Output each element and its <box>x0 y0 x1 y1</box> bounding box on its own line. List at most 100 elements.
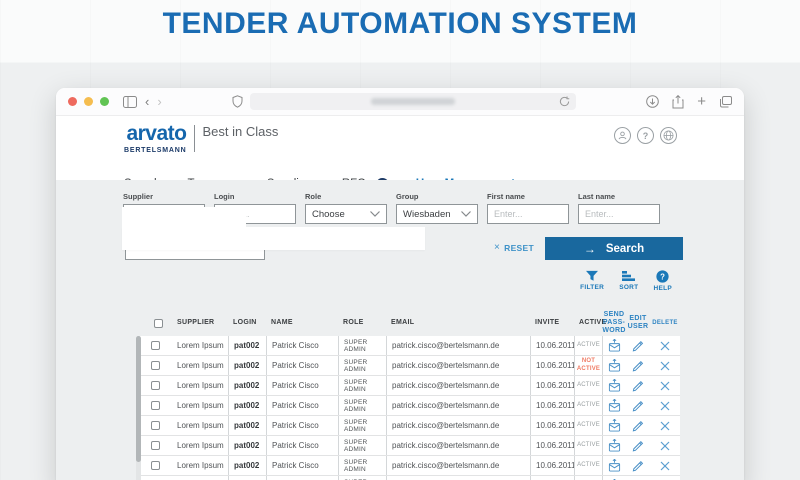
reload-icon[interactable] <box>559 96 570 107</box>
row-checkbox[interactable] <box>151 361 160 370</box>
cell-email: patrick.cisco@bertelsmann.de <box>386 456 530 475</box>
send-password-icon[interactable] <box>602 376 626 395</box>
funnel-icon <box>586 270 599 281</box>
search-button[interactable]: → Search <box>545 237 683 260</box>
address-bar[interactable] <box>249 93 576 110</box>
edit-user-icon[interactable] <box>626 416 650 435</box>
app-header: arvato BERTELSMANN Best in Class ? <box>56 116 744 177</box>
sidebar-toggle-icon[interactable] <box>123 95 137 108</box>
last-name-input[interactable] <box>578 204 660 224</box>
delete-icon[interactable] <box>650 476 680 480</box>
arrow-right-icon: → <box>583 241 596 256</box>
last-name-field: Last name <box>578 192 660 224</box>
delete-icon[interactable] <box>650 456 680 475</box>
col-login[interactable]: LOGIN <box>228 310 266 336</box>
cell-name: Patrick Cisco <box>266 336 338 355</box>
row-checkbox[interactable] <box>151 441 160 450</box>
maximize-window-button[interactable] <box>100 97 109 106</box>
send-password-icon[interactable] <box>602 396 626 415</box>
share-icon[interactable] <box>672 94 684 109</box>
edit-user-icon[interactable] <box>626 336 650 355</box>
autocomplete-dropdown-panel <box>122 227 425 250</box>
close-window-button[interactable] <box>68 97 77 106</box>
table-row: Lorem Ipsum pat002 Patrick Cisco SUPER A… <box>140 336 680 356</box>
status-badge: ACTIVE <box>574 336 602 355</box>
sort-button[interactable]: SORT <box>619 270 638 292</box>
col-delete[interactable]: DELETE <box>650 310 680 336</box>
minimize-window-button[interactable] <box>84 97 93 106</box>
first-name-field: First name <box>487 192 569 224</box>
edit-user-icon[interactable] <box>626 376 650 395</box>
edit-user-icon[interactable] <box>626 396 650 415</box>
forward-button[interactable]: › <box>157 95 161 108</box>
table-row: Lorem Ipsum pat002 Patrick Cisco SUPER A… <box>140 396 680 416</box>
filter-button[interactable]: FILTER <box>580 270 604 292</box>
delete-icon[interactable] <box>650 336 680 355</box>
first-name-input[interactable] <box>487 204 569 224</box>
col-send-password[interactable]: SEND PASS-WORD <box>602 310 626 336</box>
col-supplier[interactable]: SUPPLIER <box>172 310 228 336</box>
send-password-icon[interactable] <box>602 456 626 475</box>
cell-role: SUPER ADMIN <box>338 476 386 480</box>
edit-user-icon[interactable] <box>626 476 650 480</box>
col-role[interactable]: ROLE <box>338 310 386 336</box>
cell-role: SUPER ADMIN <box>338 336 386 355</box>
table-row: Lorem Ipsum pat002 Patrick Cisco SUPER A… <box>140 416 680 436</box>
col-email[interactable]: EMAIL <box>386 310 530 336</box>
globe-icon[interactable] <box>660 127 677 144</box>
help-icon[interactable]: ? <box>637 127 654 144</box>
delete-icon[interactable] <box>650 376 680 395</box>
edit-user-icon[interactable] <box>626 436 650 455</box>
send-password-icon[interactable] <box>602 416 626 435</box>
delete-icon[interactable] <box>650 356 680 375</box>
arvato-logo: arvato BERTELSMANN <box>124 122 187 154</box>
cell-login: pat002 <box>228 336 266 355</box>
delete-icon[interactable] <box>650 436 680 455</box>
browser-chrome: ‹ › + <box>56 88 744 116</box>
table-row: Lorem Ipsum pat002 Patrick Cisco SUPER A… <box>140 436 680 456</box>
cell-login: pat002 <box>228 476 266 480</box>
scrollbar-thumb[interactable] <box>136 336 141 462</box>
col-invite[interactable]: INVITE <box>530 310 574 336</box>
logo-divider <box>194 125 196 152</box>
edit-user-icon[interactable] <box>626 456 650 475</box>
delete-icon[interactable] <box>650 416 680 435</box>
row-checkbox[interactable] <box>151 341 160 350</box>
shield-icon[interactable] <box>232 95 243 108</box>
downloads-icon[interactable] <box>646 95 660 108</box>
edit-user-icon[interactable] <box>626 356 650 375</box>
send-password-icon[interactable] <box>602 356 626 375</box>
group-select[interactable]: Wiesbaden <box>396 204 478 224</box>
cell-login: pat002 <box>228 396 266 415</box>
cell-login: pat002 <box>228 456 266 475</box>
user-account-icon[interactable] <box>614 127 631 144</box>
back-button[interactable]: ‹ <box>145 95 149 108</box>
send-password-icon[interactable] <box>602 476 626 480</box>
help-button[interactable]: ? HELP <box>653 270 672 292</box>
row-checkbox[interactable] <box>151 401 160 410</box>
row-checkbox[interactable] <box>151 421 160 430</box>
table-scrollbar[interactable] <box>136 336 141 480</box>
send-password-icon[interactable] <box>602 436 626 455</box>
status-badge: NOT ACTIVE <box>574 356 602 375</box>
cell-supplier: Lorem Ipsum <box>177 341 224 350</box>
cell-invite: 10.06.2011 <box>530 456 574 475</box>
table-row: Lorem Ipsum pat002 Patrick Cisco SUPER A… <box>140 476 680 480</box>
cell-supplier: Lorem Ipsum <box>177 461 224 470</box>
cell-invite: 10.06.2011 <box>530 476 574 480</box>
new-tab-icon[interactable]: + <box>697 94 706 109</box>
role-select[interactable]: Choose <box>305 204 387 224</box>
col-edit-user[interactable]: EDIT USER <box>626 310 650 336</box>
send-password-icon[interactable] <box>602 336 626 355</box>
select-all-checkbox[interactable] <box>154 318 163 328</box>
tab-overview-icon[interactable] <box>719 95 732 108</box>
cell-supplier: Lorem Ipsum <box>177 381 224 390</box>
cell-name: Patrick Cisco <box>266 376 338 395</box>
col-active[interactable]: ACTIVE <box>574 310 606 336</box>
row-checkbox[interactable] <box>151 381 160 390</box>
row-checkbox[interactable] <box>151 461 160 470</box>
col-name[interactable]: NAME <box>266 310 338 336</box>
delete-icon[interactable] <box>650 396 680 415</box>
reset-button[interactable]: × RESET <box>494 242 534 253</box>
cell-name: Patrick Cisco <box>266 476 338 480</box>
